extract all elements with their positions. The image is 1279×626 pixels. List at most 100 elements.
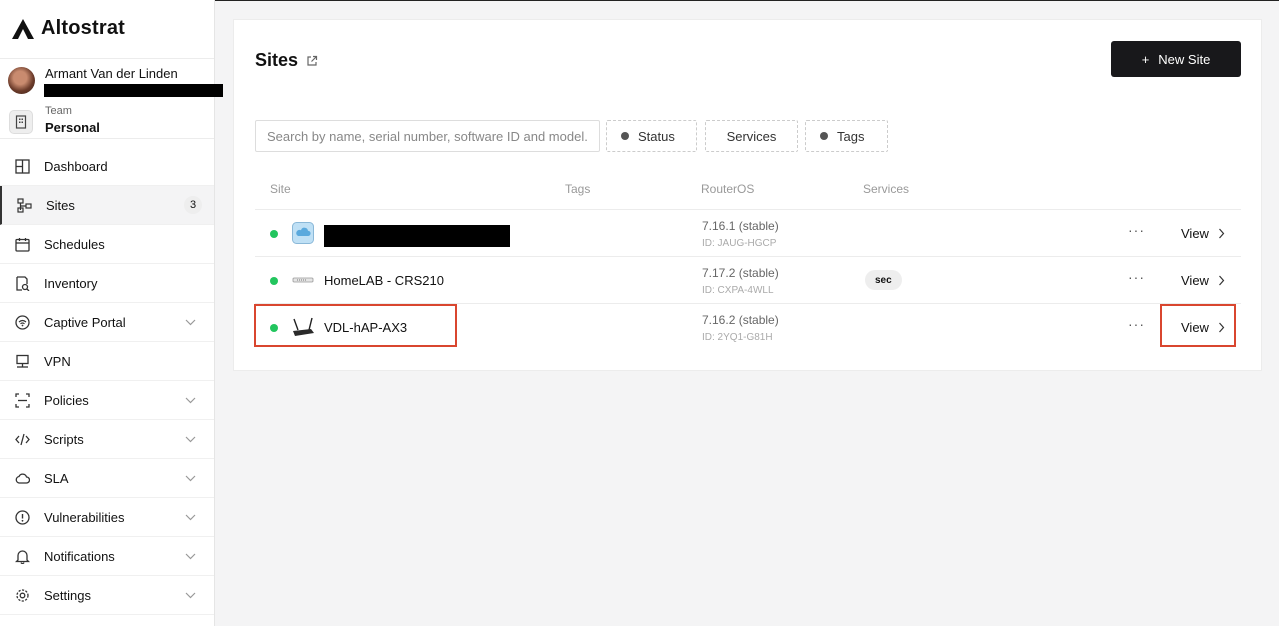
online-status-dot <box>270 277 278 285</box>
sidebar-item-label: VPN <box>44 353 71 369</box>
wifi-icon <box>14 314 30 330</box>
sidebar-item-label: Settings <box>44 587 91 603</box>
online-status-dot <box>270 230 278 238</box>
altostrat-logo-icon <box>12 18 34 39</box>
highlight-box-view <box>1160 304 1236 347</box>
team-selector[interactable]: Team Personal <box>0 101 214 139</box>
highlight-box-site <box>254 304 457 347</box>
more-options-button[interactable]: ··· <box>1128 316 1145 332</box>
team-label: Team <box>45 105 72 117</box>
gear-icon <box>14 587 30 603</box>
table-row[interactable]: 7.16.1 (stable) ID: JAUG-HGCP ··· View <box>255 209 1241 256</box>
sidebar-item-dashboard[interactable]: Dashboard <box>0 147 214 186</box>
new-site-button[interactable]: + New Site <box>1111 41 1241 77</box>
chevron-down-icon <box>184 316 196 328</box>
device-id: ID: JAUG-HGCP <box>702 238 777 249</box>
sidebar-item-sla[interactable]: SLA <box>0 459 214 498</box>
filter-dot-icon <box>820 132 828 140</box>
sidebar-item-label: Scripts <box>44 431 84 447</box>
chevron-right-icon <box>1219 275 1225 286</box>
sites-card: Sites + New Site Status Services Tags Si… <box>233 19 1262 371</box>
more-options-button[interactable]: ··· <box>1128 269 1145 285</box>
calendar-icon <box>14 236 30 252</box>
column-header-routeros[interactable]: RouterOS <box>701 182 754 196</box>
cloud-device-icon <box>291 222 315 244</box>
sidebar-item-label: Policies <box>44 392 89 408</box>
user-profile[interactable]: Armant Van der Linden <box>0 58 223 102</box>
sidebar-item-sites[interactable]: Sites 3 <box>0 186 214 225</box>
page-title-group: Sites <box>255 50 318 71</box>
avatar <box>8 67 35 94</box>
sidebar-item-policies[interactable]: Policies <box>0 381 214 420</box>
sites-icon <box>16 197 32 213</box>
chevron-down-icon <box>184 589 196 601</box>
service-badge: sec <box>865 270 902 290</box>
table-row[interactable]: HomeLAB - CRS210 7.17.2 (stable) ID: CXP… <box>255 256 1241 303</box>
chevron-down-icon <box>184 433 196 445</box>
redacted-email <box>44 84 223 97</box>
vpn-icon <box>14 353 30 369</box>
chevron-down-icon <box>184 472 196 484</box>
services-filter-label: Services <box>726 128 777 144</box>
policies-icon <box>14 392 30 408</box>
sites-count-badge: 3 <box>184 196 202 214</box>
status-filter-label: Status <box>638 128 675 144</box>
sidebar-item-label: Vulnerabilities <box>44 509 125 525</box>
view-button[interactable]: View <box>1181 226 1225 241</box>
sidebar-item-label: Inventory <box>44 275 98 291</box>
view-button[interactable]: View <box>1181 273 1225 288</box>
chevron-down-icon <box>184 550 196 562</box>
routeros-version: 7.16.2 (stable) <box>702 313 779 327</box>
sidebar-item-scripts[interactable]: Scripts <box>0 420 214 459</box>
sidebar-item-inventory[interactable]: Inventory <box>0 264 214 303</box>
inventory-icon <box>14 275 30 291</box>
routeros-version: 7.16.1 (stable) <box>702 219 779 233</box>
tags-filter-label: Tags <box>837 128 865 144</box>
dashboard-icon <box>14 158 30 174</box>
sidebar-item-label: Notifications <box>44 548 115 564</box>
chevron-down-icon <box>184 511 196 523</box>
external-link-icon[interactable] <box>306 55 318 67</box>
column-header-tags[interactable]: Tags <box>565 182 590 196</box>
building-icon <box>9 110 33 134</box>
services-filter-button[interactable]: Services <box>705 120 798 152</box>
routeros-version: 7.17.2 (stable) <box>702 266 779 280</box>
chevron-right-icon <box>1219 228 1225 239</box>
sidebar-item-notifications[interactable]: Notifications <box>0 537 214 576</box>
column-header-services[interactable]: Services <box>863 182 909 196</box>
sidebar-item-label: SLA <box>44 470 69 486</box>
sidebar-item-vulnerabilities[interactable]: Vulnerabilities <box>0 498 214 537</box>
plus-icon: + <box>1141 51 1150 67</box>
switch-device-icon <box>291 269 315 291</box>
sidebar-item-captive-portal[interactable]: Captive Portal <box>0 303 214 342</box>
shield-alert-icon <box>14 509 30 525</box>
column-header-site[interactable]: Site <box>270 182 291 196</box>
view-label: View <box>1181 273 1209 288</box>
status-filter-button[interactable]: Status <box>606 120 697 152</box>
sidebar-item-label: Captive Portal <box>44 314 126 330</box>
device-id: ID: CXPA-4WLL <box>702 285 774 296</box>
sidebar-item-label: Dashboard <box>44 158 108 174</box>
more-options-button[interactable]: ··· <box>1128 222 1145 238</box>
app-logo[interactable]: Altostrat <box>11 17 125 40</box>
page-title: Sites <box>255 50 299 70</box>
search-input[interactable] <box>255 120 600 152</box>
app-name: Altostrat <box>41 17 126 39</box>
sidebar-nav: Dashboard Sites 3 Schedules Inventory Ca… <box>0 147 214 615</box>
bell-icon <box>14 548 30 564</box>
new-site-label: New Site <box>1158 51 1211 67</box>
sidebar-item-schedules[interactable]: Schedules <box>0 225 214 264</box>
sidebar-item-vpn[interactable]: VPN <box>0 342 214 381</box>
chevron-down-icon <box>184 394 196 406</box>
sidebar-item-settings[interactable]: Settings <box>0 576 214 615</box>
sidebar: Altostrat Armant Van der Linden Team Per… <box>0 0 223 626</box>
filter-dot-icon <box>621 132 629 140</box>
tags-filter-button[interactable]: Tags <box>805 120 888 152</box>
sla-icon <box>14 470 30 486</box>
user-name: Armant Van der Linden <box>45 66 178 81</box>
device-id: ID: 2YQ1-G81H <box>702 332 773 343</box>
redacted-site-name <box>324 225 510 247</box>
team-name: Personal <box>45 120 100 135</box>
site-name[interactable]: HomeLAB - CRS210 <box>324 273 444 288</box>
sidebar-item-label: Schedules <box>44 236 105 252</box>
